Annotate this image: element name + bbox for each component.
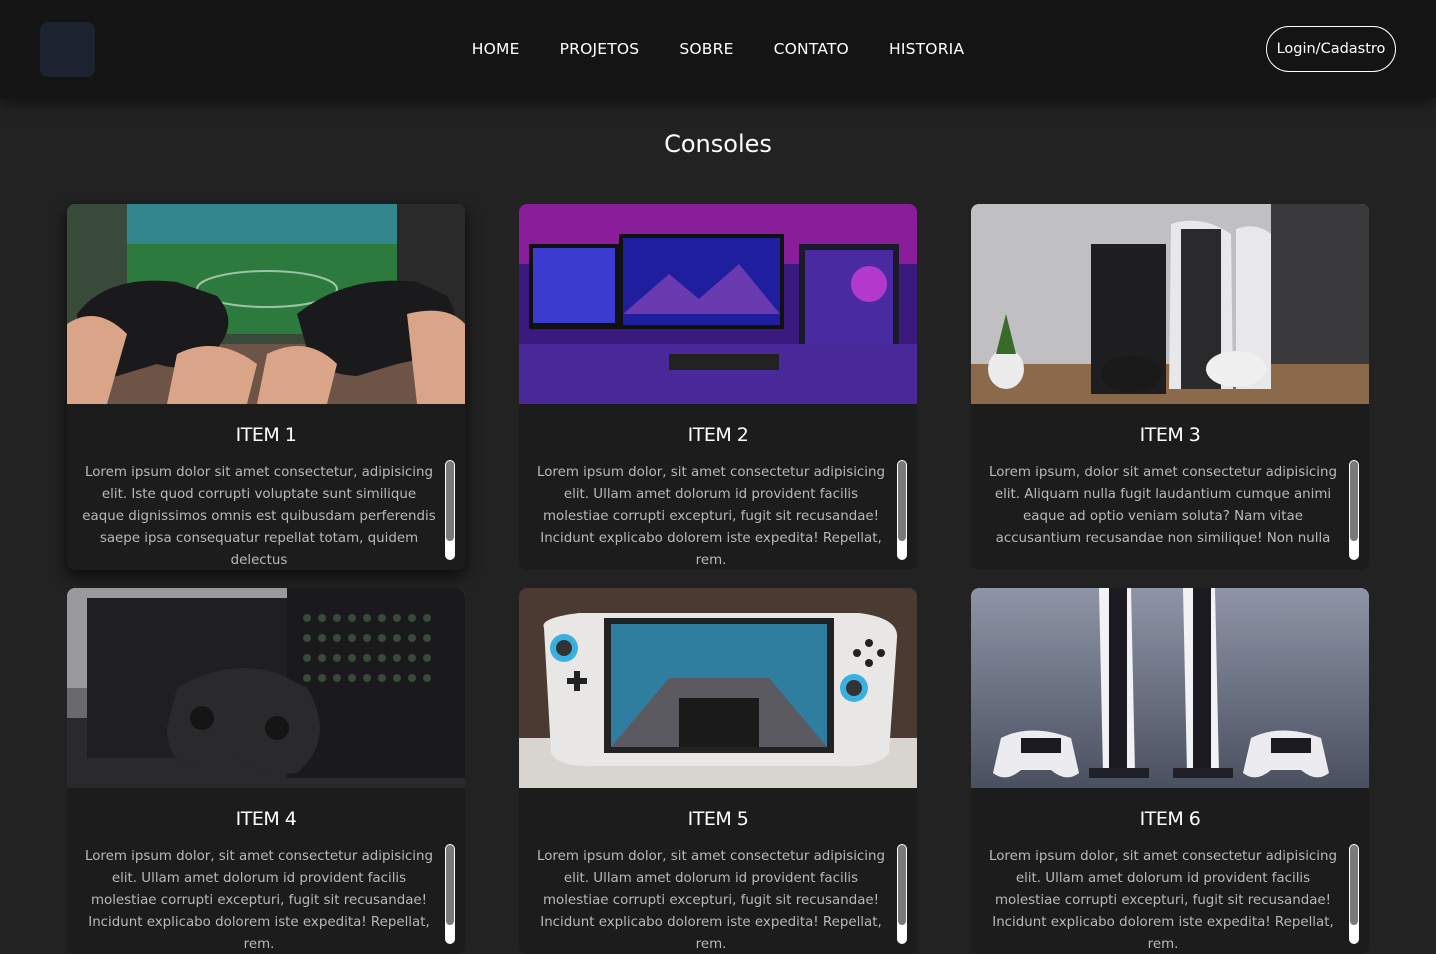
scroll-thumb[interactable] <box>446 845 454 925</box>
card-item-5[interactable]: ITEM 5 Lorem ipsum dolor, sit amet conse… <box>519 588 917 954</box>
nav-projetos-link[interactable]: PROJETOS <box>560 40 640 58</box>
ps5-consoles-photo-icon <box>971 588 1369 788</box>
gaming-setup-photo-icon <box>519 204 917 404</box>
card-scrollbar[interactable] <box>1349 460 1359 560</box>
scroll-thumb[interactable] <box>446 461 454 541</box>
card-scrollbar[interactable] <box>445 460 455 560</box>
card-text-area[interactable]: Lorem ipsum, dolor sit amet consectetur … <box>971 462 1369 570</box>
card-title: ITEM 5 <box>687 808 749 830</box>
card-text-area[interactable]: Lorem ipsum dolor, sit amet consectetur … <box>519 846 917 954</box>
nav-contato-link[interactable]: CONTATO <box>774 40 849 58</box>
card-text-area[interactable]: Lorem ipsum dolor, sit amet consectetur … <box>67 846 465 954</box>
card-image <box>67 204 465 404</box>
gamepads-football-photo-icon <box>67 204 465 404</box>
card-title: ITEM 2 <box>687 424 749 446</box>
card-text: Lorem ipsum dolor, sit amet consectetur … <box>537 849 885 952</box>
scroll-thumb[interactable] <box>898 461 906 541</box>
section-title: Consoles <box>664 130 772 158</box>
site-header: HOME PROJETOS SOBRE CONTATO HISTORIA Log… <box>0 0 1436 98</box>
card-image <box>519 204 917 404</box>
scroll-thumb[interactable] <box>898 845 906 925</box>
card-item-1[interactable]: ITEM 1 Lorem ipsum dolor sit amet consec… <box>67 204 465 570</box>
card-text-area[interactable]: Lorem ipsum dolor, sit amet consectetur … <box>971 846 1369 954</box>
card-text: Lorem ipsum dolor sit amet consectetur, … <box>82 465 436 568</box>
logo[interactable] <box>40 22 95 77</box>
card-scrollbar[interactable] <box>1349 844 1359 944</box>
scroll-thumb[interactable] <box>1350 461 1358 541</box>
card-text-area[interactable]: Lorem ipsum dolor, sit amet consectetur … <box>519 462 917 570</box>
card-title: ITEM 4 <box>235 808 297 830</box>
consoles-shelf-photo-icon <box>971 204 1369 404</box>
card-image <box>971 204 1369 404</box>
card-title: ITEM 1 <box>235 424 297 446</box>
card-text: Lorem ipsum, dolor sit amet consectetur … <box>989 465 1337 546</box>
card-item-3[interactable]: ITEM 3 Lorem ipsum, dolor sit amet conse… <box>971 204 1369 570</box>
nav-historia-link[interactable]: HISTORIA <box>889 40 964 58</box>
handheld-console-photo-icon <box>519 588 917 788</box>
main-nav: HOME PROJETOS SOBRE CONTATO HISTORIA <box>0 0 1436 98</box>
card-scrollbar[interactable] <box>897 460 907 560</box>
card-scrollbar[interactable] <box>897 844 907 944</box>
card-title: ITEM 6 <box>1139 808 1201 830</box>
nav-home-link[interactable]: HOME <box>472 40 520 58</box>
xbox-series-x-photo-icon <box>67 588 465 788</box>
card-text: Lorem ipsum dolor, sit amet consectetur … <box>989 849 1337 952</box>
card-image <box>971 588 1369 788</box>
card-title: ITEM 3 <box>1139 424 1201 446</box>
card-text: Lorem ipsum dolor, sit amet consectetur … <box>85 849 433 952</box>
card-item-2[interactable]: ITEM 2 Lorem ipsum dolor, sit amet conse… <box>519 204 917 570</box>
card-text-area[interactable]: Lorem ipsum dolor sit amet consectetur, … <box>67 462 465 570</box>
card-text: Lorem ipsum dolor, sit amet consectetur … <box>537 465 885 568</box>
card-item-4[interactable]: ITEM 4 Lorem ipsum dolor, sit amet conse… <box>67 588 465 954</box>
nav-sobre-link[interactable]: SOBRE <box>679 40 733 58</box>
card-image <box>67 588 465 788</box>
card-item-6[interactable]: ITEM 6 Lorem ipsum dolor, sit amet conse… <box>971 588 1369 954</box>
card-image <box>519 588 917 788</box>
scroll-thumb[interactable] <box>1350 845 1358 925</box>
card-scrollbar[interactable] <box>445 844 455 944</box>
login-button[interactable]: Login/Cadastro <box>1266 26 1396 72</box>
